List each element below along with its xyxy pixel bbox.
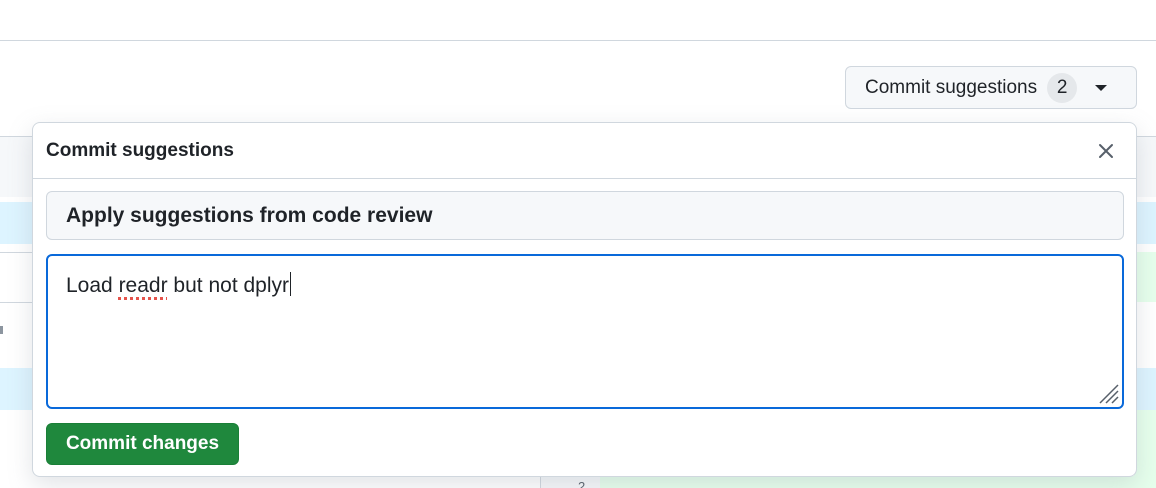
- popover-title: Commit suggestions: [46, 139, 234, 161]
- popover-header: Commit suggestions: [33, 123, 1136, 179]
- commit-suggestions-label: Commit suggestions: [865, 76, 1038, 98]
- diff-line-number: 2: [578, 479, 586, 488]
- misspelled-word: readr: [118, 274, 168, 297]
- commit-suggestions-dropdown-button[interactable]: Commit suggestions 2: [845, 66, 1137, 109]
- divider: [0, 40, 1156, 41]
- resize-handle-icon[interactable]: [1096, 381, 1120, 405]
- commit-suggestions-popover: Commit suggestions Load readr but not dp…: [32, 122, 1137, 477]
- message-text-before: Load: [66, 274, 119, 297]
- diff-line-number-gutter: [540, 476, 600, 488]
- close-icon: [1099, 143, 1113, 158]
- close-button[interactable]: [1092, 137, 1120, 165]
- diff-marker: [0, 326, 3, 334]
- page: 2 Commit suggestions 2 Commit suggestion…: [0, 0, 1156, 488]
- diff-expander-row: [1134, 368, 1156, 410]
- suggestion-count-badge: 2: [1047, 72, 1078, 103]
- diff-added-line: [1134, 252, 1156, 302]
- commit-message-text: Load readr but not dplyr: [66, 272, 291, 299]
- commit-changes-button[interactable]: Commit changes: [46, 423, 239, 465]
- text-cursor: [290, 272, 291, 296]
- commit-message-textarea[interactable]: Load readr but not dplyr: [46, 254, 1124, 409]
- message-text-after: but not dplyr: [167, 274, 289, 297]
- diff-added-line: [600, 476, 1156, 488]
- triangle-down-icon: [1095, 84, 1108, 91]
- diff-expander-row: [1134, 202, 1156, 244]
- diff-hunk-header: [1134, 137, 1156, 197]
- commit-title-input[interactable]: [46, 191, 1124, 240]
